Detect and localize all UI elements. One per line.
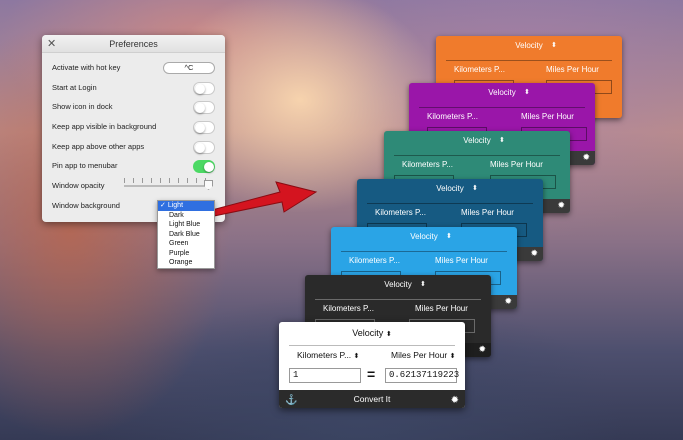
dropdown-option-light-blue[interactable]: Light Blue	[158, 220, 214, 230]
dropdown-option-green[interactable]: Green	[158, 239, 214, 249]
category-select[interactable]: Velocity ⬍	[436, 36, 622, 56]
row-hot-key: Activate with hot key ^C	[52, 60, 215, 76]
keep-visible-toggle[interactable]	[193, 121, 215, 134]
show-dock-toggle[interactable]	[193, 101, 215, 114]
to-unit-select[interactable]: Miles Per Hour ⬍	[391, 350, 455, 360]
to-unit-select[interactable]: Miles Per Hour	[521, 112, 574, 121]
gear-icon[interactable]: ✹	[530, 248, 538, 259]
window-title: Preferences	[109, 39, 158, 49]
row-pin-menubar: Pin app to menubar	[52, 158, 215, 174]
gear-icon[interactable]: ✹	[582, 152, 590, 163]
to-unit-select[interactable]: Miles Per Hour	[435, 256, 488, 265]
result-value-field[interactable]: 0.62137119223	[385, 368, 459, 383]
from-unit-select[interactable]: Kilometers P...	[323, 304, 374, 313]
category-select[interactable]: Velocity ⬍	[331, 227, 517, 247]
from-unit-select[interactable]: Kilometers P...	[402, 160, 453, 169]
gear-icon[interactable]: ✹	[451, 395, 459, 406]
row-opacity: Window opacity	[52, 178, 215, 194]
gear-icon[interactable]: ✹	[504, 296, 512, 307]
dropdown-option-dark[interactable]: Dark	[158, 211, 214, 221]
row-start-login: Start at Login	[52, 80, 215, 96]
input-value-field[interactable]: 1	[289, 368, 361, 383]
preferences-window: ✕ Preferences Activate with hot key ^C S…	[42, 35, 225, 222]
category-select[interactable]: Velocity ⬍	[279, 328, 465, 338]
pointer-arrow	[211, 181, 318, 217]
row-keep-visible: Keep app visible in background	[52, 119, 215, 135]
row-show-dock: Show icon in dock	[52, 99, 215, 115]
dropdown-option-light[interactable]: ✓ Light	[158, 201, 214, 211]
hotkey-field[interactable]: ^C	[163, 62, 215, 74]
category-select[interactable]: Velocity ⬍	[409, 83, 595, 103]
category-select[interactable]: Velocity ⬍	[357, 179, 543, 199]
from-unit-select[interactable]: Kilometers P...	[375, 208, 426, 217]
to-unit-select[interactable]: Miles Per Hour	[461, 208, 514, 217]
gear-icon[interactable]: ✹	[478, 344, 486, 355]
opacity-slider[interactable]	[124, 185, 207, 187]
background-dropdown[interactable]: ✓ Light Dark Light Blue Dark Blue Green …	[157, 200, 215, 269]
from-unit-select[interactable]: Kilometers P...	[349, 256, 400, 265]
preferences-titlebar: ✕ Preferences	[42, 35, 225, 53]
gear-icon[interactable]: ✹	[557, 200, 565, 211]
anchor-icon[interactable]: ⚓	[285, 395, 297, 406]
start-login-toggle[interactable]	[193, 82, 215, 95]
to-unit-select[interactable]: Miles Per Hour	[490, 160, 543, 169]
dropdown-option-purple[interactable]: Purple	[158, 249, 214, 259]
from-unit-select[interactable]: Kilometers P... ⬍	[297, 350, 359, 360]
convert-button[interactable]: Convert It	[279, 390, 465, 408]
row-keep-above: Keep app above other apps	[52, 139, 215, 155]
category-select[interactable]: Velocity ⬍	[305, 275, 491, 295]
keep-above-toggle[interactable]	[193, 141, 215, 154]
equals-sign: =	[367, 366, 376, 382]
dropdown-option-dark-blue[interactable]: Dark Blue	[158, 230, 214, 240]
to-unit-select[interactable]: Miles Per Hour	[415, 304, 468, 313]
dropdown-option-orange[interactable]: Orange	[158, 258, 214, 268]
to-unit-select[interactable]: Miles Per Hour	[546, 65, 599, 74]
from-unit-select[interactable]: Kilometers P...	[427, 112, 478, 121]
from-unit-select[interactable]: Kilometers P...	[454, 65, 505, 74]
close-icon[interactable]: ✕	[47, 35, 56, 53]
converter-window-light: Velocity ⬍ Kilometers P... ⬍ Miles Per H…	[279, 322, 465, 408]
category-select[interactable]: Velocity ⬍	[384, 131, 570, 151]
